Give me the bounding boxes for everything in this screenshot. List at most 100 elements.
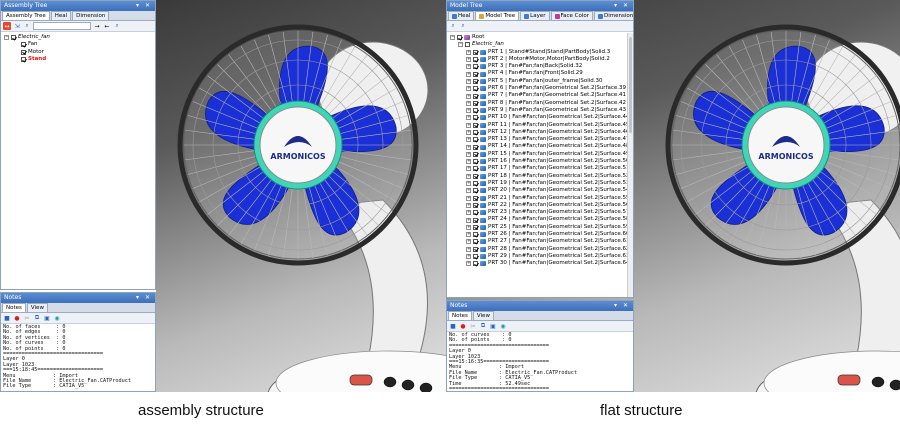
search-icon[interactable]: ⌕ <box>23 22 31 30</box>
copy-icon[interactable]: ⧉ <box>479 322 487 330</box>
tree-node-part[interactable]: + PRT 28 | Fan#Fan;fan|Geometrical Set.2|… <box>450 246 630 253</box>
visibility-checkbox[interactable] <box>473 181 478 187</box>
tree-node-part[interactable]: + PRT 9 | Fan#Fan;fan|Geometrical Set.2|S… <box>450 107 630 114</box>
stop-icon[interactable]: ● <box>13 314 21 322</box>
save-icon[interactable]: ■ <box>3 314 11 322</box>
tree-node-part[interactable]: + PRT 2 | Motor#Motor,Motor|PartBody|Soli… <box>450 56 630 63</box>
expander-icon[interactable]: + <box>466 86 471 92</box>
expander-icon[interactable]: + <box>466 57 471 63</box>
expander-icon[interactable]: + <box>466 115 471 121</box>
tree-node-part[interactable]: + PRT 26 | Fan#Fan;fan|Geometrical Set.2|… <box>450 231 630 238</box>
collapse-icon[interactable]: ⇲ <box>13 22 21 30</box>
tab-layer[interactable]: Layer <box>520 11 550 20</box>
tree-node-part[interactable]: + PRT 1 | Stand#Stand|Stand|PartBody|Soli… <box>450 49 630 56</box>
visibility-checkbox[interactable] <box>473 151 478 157</box>
visibility-checkbox[interactable] <box>11 35 16 41</box>
visibility-checkbox[interactable] <box>473 224 478 230</box>
expander-icon[interactable]: + <box>466 217 471 223</box>
tab-assembly-tree[interactable]: Assembly Tree <box>2 11 50 20</box>
expander-icon[interactable]: + <box>466 210 471 216</box>
tree-node-part[interactable]: + PRT 29 | Fan#Fan;fan|Geometrical Set.2|… <box>450 253 630 260</box>
tree-node-part[interactable]: + PRT 3 | Fan#Fan;fan|Back|Solid.32 <box>450 63 630 70</box>
tree-node-part[interactable]: + PRT 11 | Fan#Fan;fan|Geometrical Set.2|… <box>450 122 630 129</box>
visibility-checkbox[interactable] <box>473 188 478 194</box>
visibility-checkbox[interactable] <box>473 195 478 201</box>
visibility-checkbox[interactable] <box>473 144 478 150</box>
tab-notes[interactable]: Notes <box>2 303 26 312</box>
expander-icon[interactable]: + <box>466 254 471 260</box>
visibility-checkbox[interactable] <box>21 57 26 63</box>
expander-icon[interactable]: + <box>466 239 471 245</box>
visibility-checkbox[interactable] <box>473 100 478 106</box>
tree-node[interactable]: Fan <box>4 41 152 48</box>
visibility-checkbox[interactable] <box>473 210 478 216</box>
tab-dimension[interactable]: Dimension <box>594 11 633 20</box>
expander-icon[interactable]: + <box>466 202 471 208</box>
tab-heal[interactable]: Heal <box>448 11 475 20</box>
expander-icon[interactable]: + <box>466 71 471 77</box>
3d-viewport[interactable]: ARMONICOS <box>156 0 454 392</box>
expander-icon[interactable]: + <box>466 188 471 194</box>
notes-close-icon[interactable]: ▾ ✕ <box>136 293 155 303</box>
expander-icon[interactable]: + <box>466 181 471 187</box>
tree-node-part[interactable]: + PRT 27 | Fan#Fan;fan|Geometrical Set.2|… <box>450 238 630 245</box>
tree-node-part[interactable]: + PRT 17 | Fan#Fan;fan|Geometrical Set.2|… <box>450 165 630 172</box>
visibility-checkbox[interactable] <box>473 261 478 267</box>
visibility-checkbox[interactable] <box>473 239 478 245</box>
tree-node-part[interactable]: + PRT 30 | Fan#Fan;fan|Geometrical Set.2|… <box>450 260 630 267</box>
expander-icon[interactable]: + <box>466 137 471 143</box>
tree-node-part[interactable]: + PRT 16 | Fan#Fan;fan|Geometrical Set.2|… <box>450 158 630 165</box>
search-icon[interactable]: ⌕ <box>449 22 457 30</box>
visibility-checkbox[interactable] <box>473 173 478 179</box>
tab-heal[interactable]: Heal <box>50 11 72 20</box>
tree-node-root[interactable]: − Root <box>450 34 630 41</box>
expander-icon[interactable]: + <box>466 93 471 99</box>
expander-icon[interactable]: + <box>466 122 471 128</box>
search-input[interactable] <box>33 22 91 30</box>
tree-node-part[interactable]: + PRT 15 | Fan#Fan;fan|Geometrical Set.2|… <box>450 151 630 158</box>
tab-dimension[interactable]: Dimension <box>72 11 110 20</box>
visibility-checkbox[interactable] <box>473 232 478 238</box>
panel-close-icon[interactable]: ▾ ✕ <box>614 1 633 11</box>
expander-icon[interactable]: + <box>466 49 471 55</box>
expander-icon[interactable]: + <box>466 100 471 106</box>
tree-node-part[interactable]: + PRT 24 | Fan#Fan;fan|Geometrical Set.2|… <box>450 216 630 223</box>
paste-icon[interactable]: ▣ <box>489 322 497 330</box>
tree-node[interactable]: Stand <box>4 56 152 63</box>
tree-scrollbar[interactable] <box>627 33 633 297</box>
visibility-checkbox[interactable] <box>473 78 478 84</box>
visibility-checkbox[interactable] <box>473 86 478 92</box>
tree-node[interactable]: Motor <box>4 49 152 56</box>
scroll-thumb[interactable] <box>629 37 632 133</box>
expander-icon[interactable]: + <box>466 64 471 70</box>
tree-node-part[interactable]: + PRT 21 | Fan#Fan;fan|Geometrical Set.2|… <box>450 195 630 202</box>
expander-icon[interactable]: − <box>450 35 455 41</box>
expander-icon[interactable]: + <box>466 224 471 230</box>
tab-notes[interactable]: Notes <box>448 311 472 320</box>
tree-node-part[interactable]: + PRT 20 | Fan#Fan;fan|Geometrical Set.2|… <box>450 187 630 194</box>
tree-node-part[interactable]: + PRT 19 | Fan#Fan;fan|Geometrical Set.2|… <box>450 180 630 187</box>
visibility-checkbox[interactable] <box>465 42 470 48</box>
tree-node-part[interactable]: + PRT 23 | Fan#Fan;fan|Geometrical Set.2|… <box>450 209 630 216</box>
tree-node-part[interactable]: + PRT 18 | Fan#Fan;fan|Geometrical Set.2|… <box>450 173 630 180</box>
tree-node-part[interactable]: + PRT 4 | Fan#Fan;fan|Front|Solid.29 <box>450 70 630 77</box>
visibility-checkbox[interactable] <box>473 64 478 70</box>
tree-node-part[interactable]: + PRT 10 | Fan#Fan;fan|Geometrical Set.2|… <box>450 114 630 121</box>
tree-node-product[interactable]: − Electric_fan <box>450 41 630 48</box>
expander-icon[interactable]: − <box>458 42 463 48</box>
arrow-right-icon[interactable]: → <box>93 22 101 30</box>
expander-icon[interactable]: + <box>466 130 471 135</box>
tree-node-part[interactable]: + PRT 13 | Fan#Fan;fan|Geometrical Set.2|… <box>450 136 630 143</box>
visibility-checkbox[interactable] <box>21 49 26 55</box>
visibility-checkbox[interactable] <box>473 202 478 208</box>
tree-node-part[interactable]: + PRT 22 | Fan#Fan;fan|Geometrical Set.2|… <box>450 202 630 209</box>
visibility-checkbox[interactable] <box>473 93 478 99</box>
tree-node-part[interactable]: + PRT 12 | Fan#Fan;fan|Geometrical Set.2|… <box>450 129 630 136</box>
visibility-checkbox[interactable] <box>473 166 478 172</box>
tree-node-part[interactable]: + PRT 5 | Fan#Fan;fan|outer_frame|Solid.3… <box>450 78 630 85</box>
tab-face-color[interactable]: Face Color <box>550 11 594 20</box>
copy-icon[interactable]: ⧉ <box>33 314 41 322</box>
refresh-icon[interactable]: ◉ <box>499 322 507 330</box>
visibility-checkbox[interactable] <box>473 130 478 135</box>
tab-model-tree[interactable]: Model Tree <box>475 11 520 20</box>
